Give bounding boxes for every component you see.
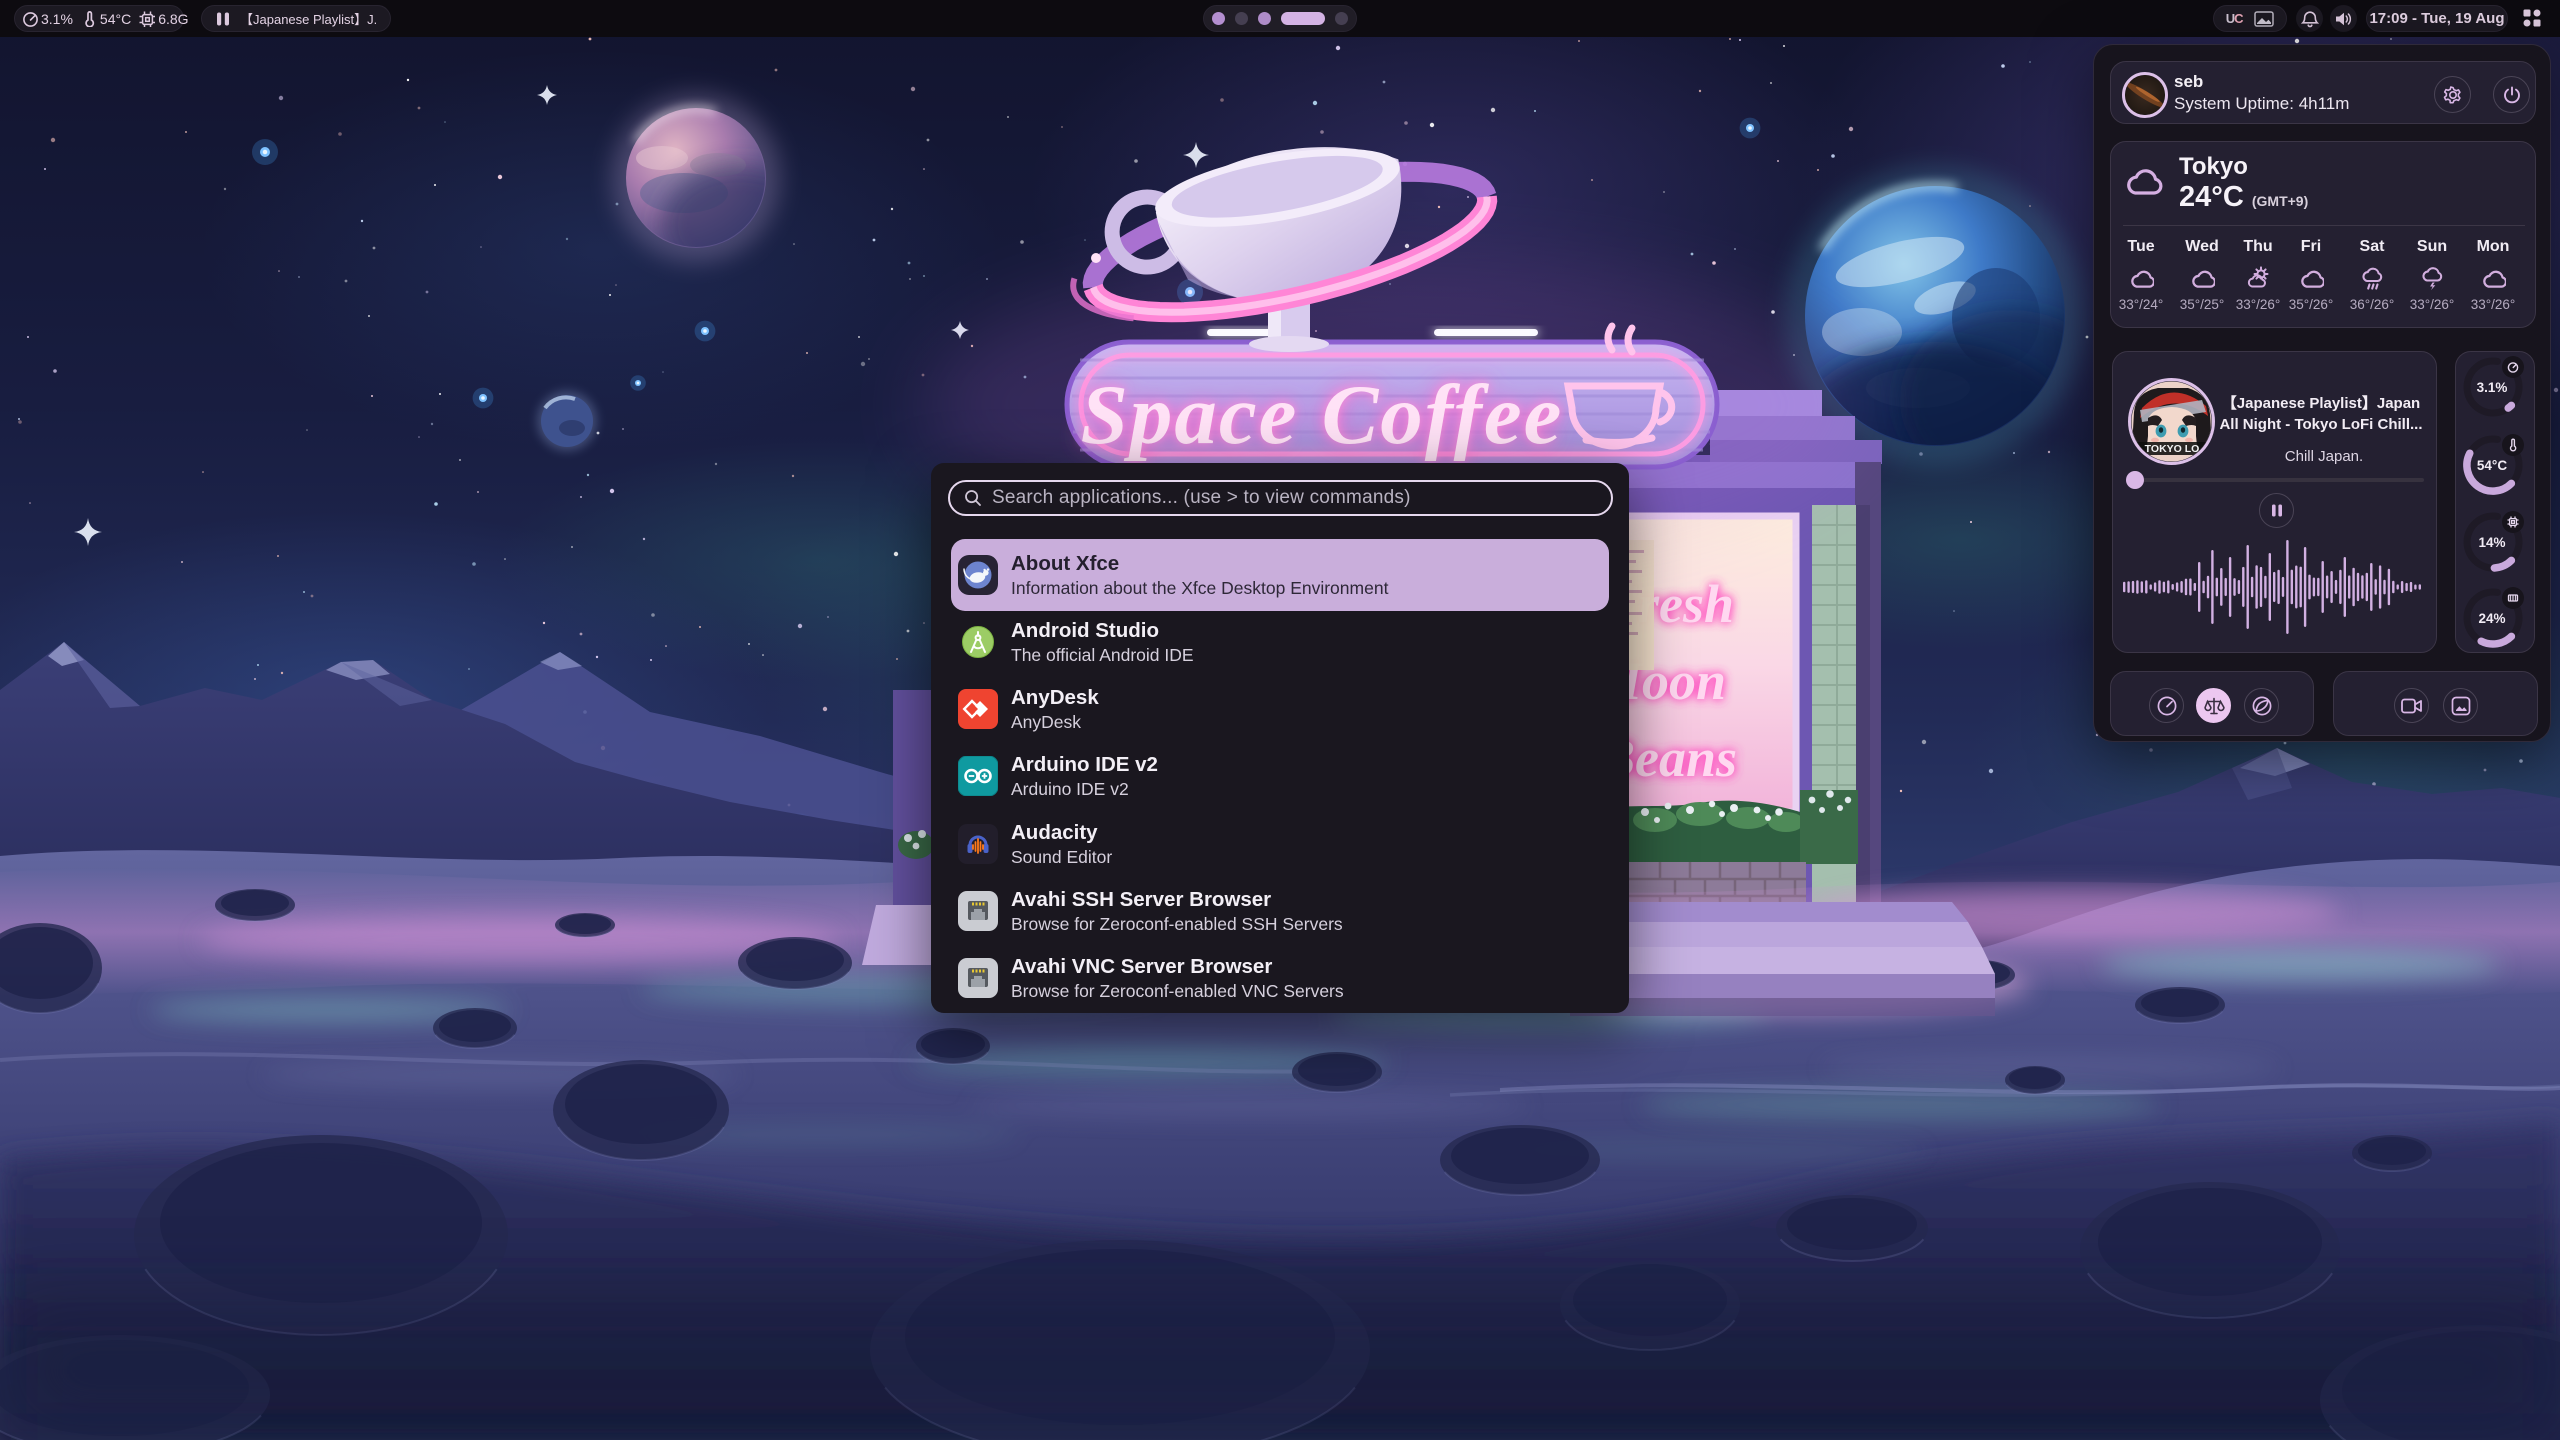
svg-text:Space Coffee: Space Coffee [1081,368,1564,462]
svg-text:TOKYO LO: TOKYO LO [2145,443,2200,455]
